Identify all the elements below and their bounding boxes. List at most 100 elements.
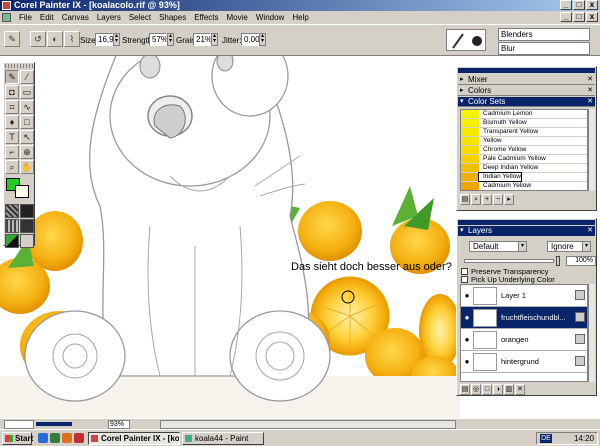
pick-up-color-row[interactable]: Pick Up Underlying Color bbox=[461, 275, 555, 284]
brush-tool-icon[interactable]: ✎ bbox=[4, 31, 20, 47]
document-icon[interactable] bbox=[2, 13, 11, 22]
brush-category[interactable]: Blenders bbox=[498, 28, 590, 41]
media-icon[interactable] bbox=[74, 433, 84, 443]
depth-method-select[interactable]: Ignore ▾ bbox=[547, 241, 591, 252]
preserve-transparency-checkbox[interactable] bbox=[461, 268, 468, 275]
desktop-icon[interactable] bbox=[50, 433, 60, 443]
browser-icon[interactable] bbox=[38, 433, 48, 443]
eye-icon[interactable]: ● bbox=[461, 357, 473, 366]
opacity-slider[interactable] bbox=[464, 259, 554, 263]
color-set-item[interactable]: Deep Indian Yellow bbox=[461, 164, 587, 173]
stroke-type-icon[interactable]: ⌇ bbox=[64, 31, 80, 47]
color-set-item[interactable]: Chrome Yellow bbox=[461, 146, 587, 155]
cloner-tool-button[interactable]: ⊕ bbox=[20, 145, 34, 159]
color-set-item[interactable]: Cadmium Lemon bbox=[461, 110, 587, 119]
close-icon[interactable]: ✕ bbox=[587, 97, 593, 107]
text-tool-button[interactable]: T bbox=[5, 130, 19, 144]
menu-window[interactable]: Window bbox=[252, 11, 288, 24]
color-swatch[interactable] bbox=[5, 178, 33, 200]
select-arrow-button[interactable]: ↖ bbox=[20, 130, 34, 144]
paper-selector-icon[interactable] bbox=[5, 204, 19, 218]
close-icon[interactable]: ✕ bbox=[587, 75, 593, 85]
brush-variant[interactable]: Blur bbox=[498, 42, 590, 55]
crop-tool-button[interactable]: ⌗ bbox=[5, 100, 19, 114]
start-button[interactable]: Start bbox=[2, 432, 33, 445]
nozzle-selector-icon[interactable] bbox=[20, 219, 34, 233]
strength-field[interactable]: 57% bbox=[149, 33, 168, 46]
pattern-selector-icon[interactable] bbox=[5, 219, 19, 233]
search-color-icon[interactable]: ⌕ bbox=[471, 194, 481, 205]
close-icon[interactable]: ✕ bbox=[587, 86, 593, 96]
dropper-tool-button[interactable]: ⁄ bbox=[20, 70, 34, 84]
group-icon[interactable]: ▥ bbox=[504, 384, 514, 395]
menu-layers[interactable]: Layers bbox=[93, 11, 125, 24]
layer-list-scrollbar[interactable] bbox=[588, 284, 595, 382]
new-layer-icon[interactable]: □ bbox=[482, 384, 492, 395]
composite-method-select[interactable]: Default ▾ bbox=[469, 241, 527, 252]
layer-row[interactable]: ● Layer 1 bbox=[461, 285, 587, 307]
doc-maximize-button[interactable]: □ bbox=[573, 12, 585, 22]
color-sets-header[interactable]: ▾ Color Sets ✕ bbox=[458, 97, 595, 107]
jitter-spinner[interactable]: ▴ ▾ bbox=[259, 33, 266, 46]
close-button[interactable]: x bbox=[586, 0, 598, 10]
dynamic-plugins-icon[interactable]: ◎ bbox=[471, 384, 481, 395]
background-color-swatch[interactable] bbox=[15, 185, 29, 198]
color-set-item[interactable]: Pale Cadmium Yellow bbox=[461, 155, 587, 164]
layer-row[interactable]: ● hintergrund bbox=[461, 351, 587, 373]
pick-up-color-checkbox[interactable] bbox=[461, 276, 468, 283]
hand-tool-button[interactable]: ✋ bbox=[20, 160, 34, 174]
language-indicator[interactable]: DE bbox=[540, 434, 552, 443]
layer-commands-icon[interactable]: ▤ bbox=[460, 384, 470, 395]
doc-minimize-button[interactable]: _ bbox=[560, 12, 572, 22]
palette-grip[interactable] bbox=[458, 68, 595, 73]
remove-color-icon[interactable]: − bbox=[493, 194, 503, 205]
menu-help[interactable]: Help bbox=[288, 11, 312, 24]
gradient-selector-icon[interactable] bbox=[20, 204, 34, 218]
eye-icon[interactable]: ● bbox=[461, 335, 473, 344]
menu-shapes[interactable]: Shapes bbox=[155, 11, 190, 24]
zoom-field-box[interactable] bbox=[4, 420, 34, 429]
maximize-button[interactable]: □ bbox=[573, 0, 585, 10]
task-paint[interactable]: koala44 - Paint bbox=[182, 432, 264, 445]
menu-edit[interactable]: Edit bbox=[36, 11, 58, 24]
menu-file[interactable]: File bbox=[15, 11, 36, 24]
eye-icon[interactable]: ● bbox=[461, 313, 473, 322]
zoom-value[interactable]: 93% bbox=[108, 420, 130, 429]
menu-select[interactable]: Select bbox=[125, 11, 155, 24]
rectangle-select-button[interactable]: □ bbox=[20, 115, 34, 129]
close-icon[interactable]: ✕ bbox=[587, 226, 593, 236]
extra-selector-icon[interactable] bbox=[20, 234, 34, 248]
size-spinner[interactable]: ▴ ▾ bbox=[113, 33, 120, 46]
menu-movie[interactable]: Movie bbox=[223, 11, 252, 24]
layers-header[interactable]: ▾ Layers ✕ bbox=[458, 226, 595, 236]
grain-field[interactable]: 21% bbox=[193, 33, 212, 46]
mixer-header[interactable]: ▸ Mixer ✕ bbox=[458, 75, 595, 85]
opacity-thumb[interactable] bbox=[556, 256, 560, 266]
size-field[interactable]: 16,9 bbox=[95, 33, 114, 46]
eyedropper-tool-button[interactable]: ⌐ bbox=[5, 145, 19, 159]
jitter-field[interactable]: 0,00 bbox=[241, 33, 260, 46]
grain-spinner[interactable]: ▴ ▾ bbox=[211, 33, 218, 46]
pen-tool-button[interactable]: ♦ bbox=[5, 115, 19, 129]
reset-tool-icon[interactable]: ↺ bbox=[30, 31, 46, 47]
firefox-icon[interactable] bbox=[62, 433, 72, 443]
color-set-item[interactable]: Yellow bbox=[461, 137, 587, 146]
color-list-scrollbar[interactable] bbox=[588, 109, 595, 191]
menu-canvas[interactable]: Canvas bbox=[58, 11, 93, 24]
color-set-item[interactable]: Indian Yellow bbox=[461, 172, 587, 182]
color-set-item[interactable]: Cadmium Yellow bbox=[461, 182, 587, 190]
dab-type-icon[interactable]: ◐ bbox=[47, 31, 63, 47]
layer-row[interactable]: ● fruchtfleischundbl... bbox=[461, 307, 587, 329]
paint-bucket-tool-button[interactable]: ◘ bbox=[5, 85, 19, 99]
color-set-item[interactable]: Bismuth Yellow bbox=[461, 119, 587, 128]
lasso-tool-button[interactable]: ∿ bbox=[20, 100, 34, 114]
toolbox-grip[interactable] bbox=[5, 64, 33, 68]
menu-effects[interactable]: Effects bbox=[190, 11, 222, 24]
horizontal-scrollbar[interactable] bbox=[160, 420, 456, 429]
look-selector-icon[interactable] bbox=[5, 234, 19, 248]
brush-name-box[interactable]: Blenders Blur bbox=[498, 28, 590, 56]
add-color-icon[interactable]: + bbox=[482, 194, 492, 205]
menu-arrow-icon[interactable]: ▸ bbox=[504, 194, 514, 205]
mask-icon[interactable]: ◑ bbox=[493, 384, 503, 395]
doc-close-button[interactable]: x bbox=[586, 12, 598, 22]
